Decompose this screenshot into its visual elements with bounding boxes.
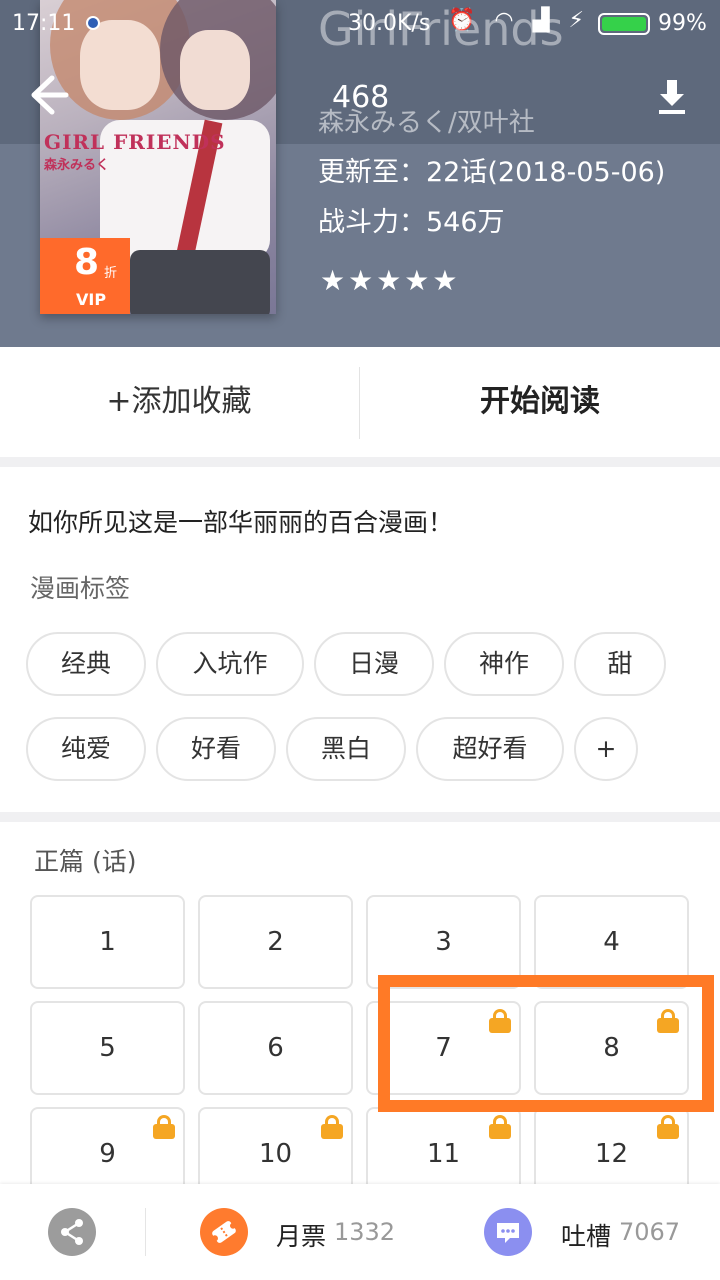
comic-description: 如你所见这是一部华丽丽的百合漫画！ [28,508,454,537]
rating-stars: ★★★★★ [320,264,461,297]
cover-author: 森永みるく [44,158,110,173]
chapter-number: 6 [267,1033,284,1063]
share-icon[interactable] [48,1208,96,1256]
chapter-number: 9 [99,1139,116,1169]
chapter-number: 5 [99,1033,116,1063]
battery-icon [598,13,650,35]
chapter-number: 1 [99,927,116,957]
ticket-icon[interactable] [200,1208,248,1256]
tag-chip[interactable]: 超好看 [416,717,564,781]
comic-count: 468 [332,80,390,115]
discount-badge: 8 折 VIP [40,238,130,314]
lock-icon [321,1115,343,1139]
status-time: 17:11 [12,11,76,36]
tag-chip[interactable]: 经典 [26,632,146,696]
comic-header: GIRL FRIENDS 森永みるく 8 折 VIP 17:11 30.0K/s… [0,0,720,347]
back-arrow-icon[interactable] [22,70,72,120]
cover-art [130,250,270,314]
monthly-ticket-label[interactable]: 月票 [276,1217,326,1253]
chat-icon[interactable] [484,1208,532,1256]
discount-unit: 折 [104,266,118,281]
divider [145,1208,146,1256]
bottom-bar: 月票 1332 吐槽 7067 [0,1184,720,1280]
cover-logo: GIRL FRIENDS [44,130,226,154]
chapter-button[interactable]: 6 [198,1001,353,1095]
monthly-ticket-count: 1332 [334,1218,396,1246]
discount-number: 8 [74,242,100,283]
tag-chip[interactable]: 日漫 [314,632,434,696]
highlight-box [378,975,714,1112]
chapter-number: 2 [267,927,284,957]
chapter-button[interactable]: 5 [30,1001,185,1095]
tags-title: 漫画标签 [30,574,131,603]
lock-icon [657,1115,679,1139]
tag-chip[interactable]: 纯爱 [26,717,146,781]
chapter-button[interactable]: 2 [198,895,353,989]
download-icon[interactable] [650,74,694,118]
tag-chip[interactable]: 入坑作 [156,632,304,696]
tag-chip[interactable]: 神作 [444,632,564,696]
chapter-number: 12 [594,1139,629,1169]
chapter-number: 3 [435,927,452,957]
comment-count: 7067 [619,1218,681,1246]
comment-label[interactable]: 吐槽 [561,1217,611,1253]
chapter-section-title: 正篇 (话) [34,847,137,876]
chapter-number: 11 [426,1139,461,1169]
lock-icon [489,1115,511,1139]
discount-vip: VIP [76,290,107,309]
update-status: 更新至：22话(2018-05-06) [318,157,666,188]
chapter-button[interactable]: 1 [30,895,185,989]
lock-icon [153,1115,175,1139]
battery-percent: 99% [658,11,707,36]
tag-chip[interactable]: 好看 [156,717,276,781]
notification-icon [86,16,100,30]
header-title: GirlFriends [318,2,564,56]
description-card: 如你所见这是一部华丽丽的百合漫画！ 漫画标签 经典 入坑作 日漫 神作 甜 纯爱… [0,467,720,812]
start-reading-button[interactable]: 开始阅读 [360,347,720,457]
add-tag-button[interactable]: + [574,717,638,781]
chapter-number: 4 [603,927,620,957]
action-bar: +添加收藏 开始阅读 [0,347,720,457]
add-favorite-button[interactable]: +添加收藏 [0,347,358,457]
tag-chip[interactable]: 黑白 [286,717,406,781]
popularity-power: 战斗力：546万 [318,207,505,238]
chapter-number: 10 [258,1139,293,1169]
tag-chip[interactable]: 甜 [574,632,666,696]
